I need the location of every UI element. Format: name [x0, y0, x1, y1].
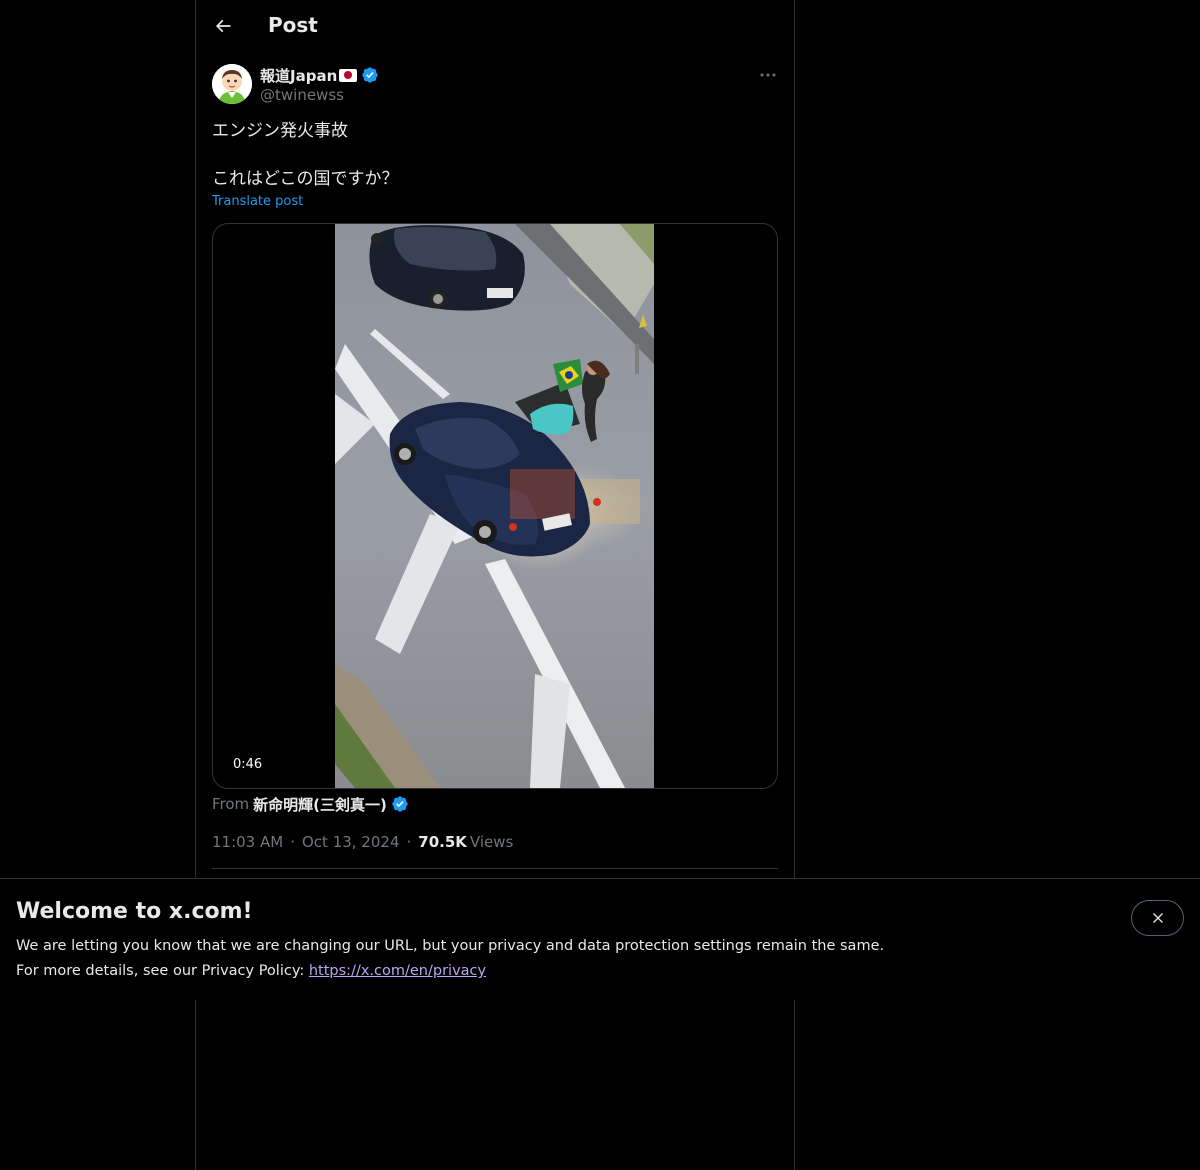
- close-icon: [1152, 913, 1163, 923]
- banner-close-button[interactable]: [1131, 900, 1184, 936]
- back-button[interactable]: [206, 9, 240, 43]
- banner-body: We are letting you know that we are chan…: [16, 934, 884, 984]
- post-text-line: エンジン発火事故: [212, 121, 348, 141]
- video-still: [335, 224, 654, 788]
- attribution-prefix: From: [212, 795, 250, 813]
- page-title: Post: [268, 13, 318, 37]
- arrow-left-icon: [215, 19, 231, 33]
- author-handle[interactable]: @twinewss: [260, 86, 344, 104]
- url-change-banner: Welcome to x.com! We are letting you kno…: [0, 878, 1200, 1000]
- privacy-policy-link[interactable]: https://x.com/en/privacy: [309, 963, 486, 979]
- post-text: エンジン発火事故 これはどこの国ですか？: [212, 119, 399, 191]
- post-time[interactable]: 11:03 AM: [212, 833, 283, 851]
- author-display-name[interactable]: 報道Japan: [260, 65, 337, 86]
- video-player[interactable]: 0:46: [212, 223, 778, 789]
- views-label: Views: [469, 833, 514, 851]
- video-duration: 0:46: [225, 755, 271, 774]
- banner-line-prefix: For more details, see our Privacy Policy…: [16, 963, 305, 979]
- banner-line: We are letting you know that we are chan…: [16, 938, 885, 954]
- banner-line: For more details, see our Privacy Policy…: [16, 959, 884, 984]
- attribution-name[interactable]: 新命明輝(三剣真一): [253, 794, 387, 815]
- more-horizontal-icon: [760, 73, 776, 77]
- post-date[interactable]: Oct 13, 2024: [302, 833, 400, 851]
- views-count: 70.5K: [418, 833, 467, 851]
- author-avatar[interactable]: [212, 64, 252, 104]
- translate-post-link[interactable]: Translate post: [212, 194, 303, 209]
- japan-flag-icon: [339, 68, 358, 82]
- meta-separator: ·: [290, 833, 295, 851]
- divider: [212, 868, 778, 869]
- banner-title: Welcome to x.com!: [16, 899, 253, 924]
- more-options-button[interactable]: [756, 63, 780, 87]
- post-header: Post: [196, 0, 794, 53]
- author-name-row[interactable]: 報道Japan: [260, 65, 379, 85]
- verified-badge-icon: [392, 796, 408, 812]
- post-text-line: これはどこの国ですか？: [212, 169, 399, 189]
- meta-separator: ·: [406, 833, 412, 851]
- video-attribution: From 新命明輝(三剣真一): [212, 794, 409, 814]
- video-frame[interactable]: [335, 224, 654, 788]
- verified-badge-icon: [362, 67, 378, 83]
- avatar-illustration: [212, 64, 252, 104]
- post-meta: 11:03 AM · Oct 13, 2024 · 70.5K Views: [212, 832, 513, 852]
